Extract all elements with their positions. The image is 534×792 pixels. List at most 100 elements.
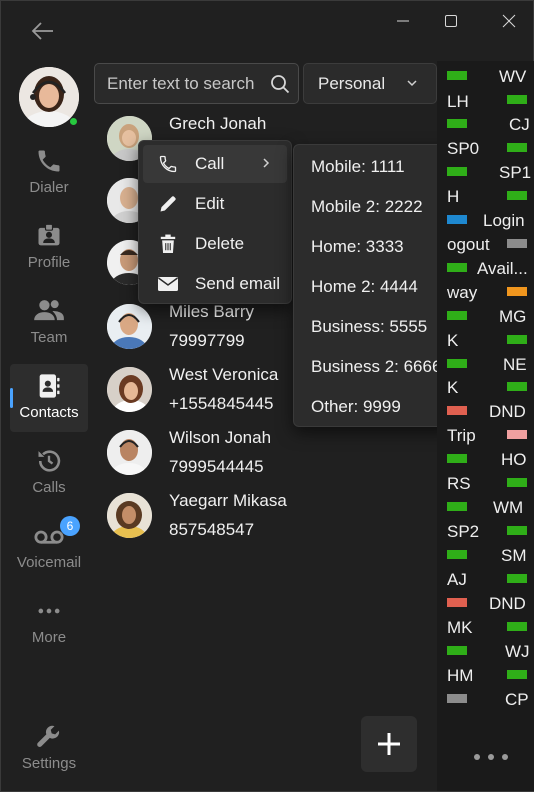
menu-item-delete[interactable]: Delete bbox=[143, 225, 287, 263]
presence-dot bbox=[69, 117, 78, 126]
presence-label[interactable]: AJ bbox=[447, 570, 467, 590]
presence-label[interactable]: way bbox=[447, 283, 477, 303]
menu-item-call[interactable]: Call bbox=[143, 145, 287, 183]
minimize-button[interactable] bbox=[381, 7, 425, 35]
presence-indicator bbox=[507, 670, 527, 679]
back-button[interactable] bbox=[25, 15, 61, 47]
presence-label[interactable]: WJ bbox=[505, 642, 530, 662]
presence-label[interactable]: MG bbox=[499, 307, 526, 327]
contact-number: 857548547 bbox=[169, 520, 255, 539]
search-input[interactable] bbox=[107, 73, 267, 94]
add-contact-button[interactable] bbox=[361, 716, 417, 772]
contact-row[interactable]: Wilson Jonah 7999544445 bbox=[101, 427, 431, 489]
nav-more[interactable]: More bbox=[10, 589, 88, 657]
presence-indicator bbox=[447, 311, 467, 320]
presence-label[interactable]: CP bbox=[505, 690, 529, 710]
id-badge-icon bbox=[38, 223, 60, 246]
menu-item-edit[interactable]: Edit bbox=[143, 185, 287, 223]
nav-contacts[interactable]: Contacts bbox=[10, 364, 88, 432]
presence-label[interactable]: SM bbox=[501, 546, 527, 566]
maximize-button[interactable] bbox=[429, 7, 473, 35]
call-option-home[interactable]: Home: 3333 bbox=[294, 227, 454, 267]
presence-indicator bbox=[507, 95, 527, 104]
presence-label[interactable]: RS bbox=[447, 474, 471, 494]
contact-number: 79997799 bbox=[169, 331, 245, 350]
pencil-icon bbox=[160, 196, 176, 212]
presence-label[interactable]: HM bbox=[447, 666, 473, 686]
address-book-select[interactable]: Personal bbox=[303, 63, 437, 104]
plus-icon bbox=[378, 733, 400, 755]
presence-label[interactable]: Avail... bbox=[477, 259, 528, 279]
menu-item-send-email[interactable]: Send email bbox=[143, 265, 287, 303]
presence-label[interactable]: HO bbox=[501, 450, 527, 470]
presence-label[interactable]: LH bbox=[447, 92, 469, 112]
presence-label[interactable]: K bbox=[447, 378, 458, 398]
presence-indicator bbox=[447, 359, 467, 368]
presence-label[interactable]: DND bbox=[489, 402, 526, 422]
menu-item-label: Delete bbox=[195, 234, 245, 253]
presence-label[interactable]: DND bbox=[489, 594, 526, 614]
presence-label[interactable]: SP0 bbox=[447, 139, 479, 159]
presence-label[interactable]: NE bbox=[503, 355, 527, 375]
presence-label[interactable]: MK bbox=[447, 618, 473, 638]
presence-indicator bbox=[507, 574, 527, 583]
nav-settings[interactable]: Settings bbox=[10, 715, 88, 783]
nav-label-more: More bbox=[31, 629, 67, 646]
contact-name: Miles Barry bbox=[169, 302, 255, 321]
team-presence-strip: WV LH CJ SP0 SP1 H Login ogout Avail... … bbox=[437, 61, 534, 791]
nav-label-dialer: Dialer bbox=[29, 179, 69, 196]
presence-indicator bbox=[507, 287, 527, 296]
contact-avatar bbox=[107, 304, 152, 349]
contact-name: Wilson Jonah bbox=[169, 428, 272, 447]
more-horizontal-icon[interactable] bbox=[467, 747, 515, 767]
search-icon[interactable] bbox=[270, 74, 290, 94]
search-field[interactable] bbox=[94, 63, 299, 104]
presence-label[interactable]: SP1 bbox=[499, 163, 531, 183]
presence-indicator bbox=[447, 550, 467, 559]
menu-item-label: Edit bbox=[195, 194, 225, 213]
menu-item-label: Call bbox=[195, 154, 225, 173]
nav-team[interactable]: Team bbox=[10, 289, 88, 357]
contact-name: West Veronica bbox=[169, 365, 279, 384]
presence-indicator bbox=[447, 71, 467, 80]
call-option-mobile[interactable]: Mobile: 1111 bbox=[294, 147, 454, 187]
arrow-left-icon bbox=[31, 22, 53, 40]
nav-label-profile: Profile bbox=[27, 254, 71, 271]
presence-label[interactable]: WV bbox=[499, 67, 526, 87]
presence-indicator bbox=[507, 430, 527, 439]
sidebar-nav: Dialer Profile Team Contacts Calls 6 Voi… bbox=[1, 61, 97, 791]
team-icon bbox=[34, 300, 64, 321]
presence-label[interactable]: Login bbox=[483, 211, 525, 231]
nav-label-voicemail: Voicemail bbox=[16, 554, 82, 571]
call-option-mobile-2[interactable]: Mobile 2: 2222 bbox=[294, 187, 454, 227]
call-option-other[interactable]: Other: 9999 bbox=[294, 387, 454, 427]
presence-label[interactable]: K bbox=[447, 331, 458, 351]
history-icon bbox=[38, 450, 61, 472]
active-indicator bbox=[10, 388, 13, 408]
presence-indicator bbox=[447, 502, 467, 511]
nav-dialer[interactable]: Dialer bbox=[10, 139, 88, 207]
presence-label[interactable]: Trip bbox=[447, 426, 476, 446]
trash-icon bbox=[160, 234, 176, 253]
presence-label[interactable]: H bbox=[447, 187, 459, 207]
presence-indicator bbox=[447, 598, 467, 607]
call-option-business-2[interactable]: Business 2: 6666 bbox=[294, 347, 454, 387]
presence-label[interactable]: SP2 bbox=[447, 522, 479, 542]
contact-row[interactable]: Yaegarr Mikasa 857548547 bbox=[101, 490, 431, 552]
nav-calls[interactable]: Calls bbox=[10, 439, 88, 507]
nav-profile[interactable]: Profile bbox=[10, 214, 88, 282]
contact-avatar bbox=[107, 367, 152, 412]
nav-voicemail[interactable]: 6 Voicemail bbox=[10, 514, 88, 582]
nav-label-team: Team bbox=[30, 329, 68, 346]
presence-indicator bbox=[447, 119, 467, 128]
presence-label[interactable]: ogout bbox=[447, 235, 490, 255]
presence-indicator bbox=[507, 143, 527, 152]
presence-indicator bbox=[447, 454, 467, 463]
call-submenu: Mobile: 1111 Mobile 2: 2222 Home: 3333 H… bbox=[293, 144, 455, 427]
voicemail-badge: 6 bbox=[60, 516, 80, 536]
call-option-home-2[interactable]: Home 2: 4444 bbox=[294, 267, 454, 307]
presence-label[interactable]: CJ bbox=[509, 115, 530, 135]
call-option-business[interactable]: Business: 5555 bbox=[294, 307, 454, 347]
presence-label[interactable]: WM bbox=[493, 498, 523, 518]
close-button[interactable] bbox=[487, 7, 531, 35]
